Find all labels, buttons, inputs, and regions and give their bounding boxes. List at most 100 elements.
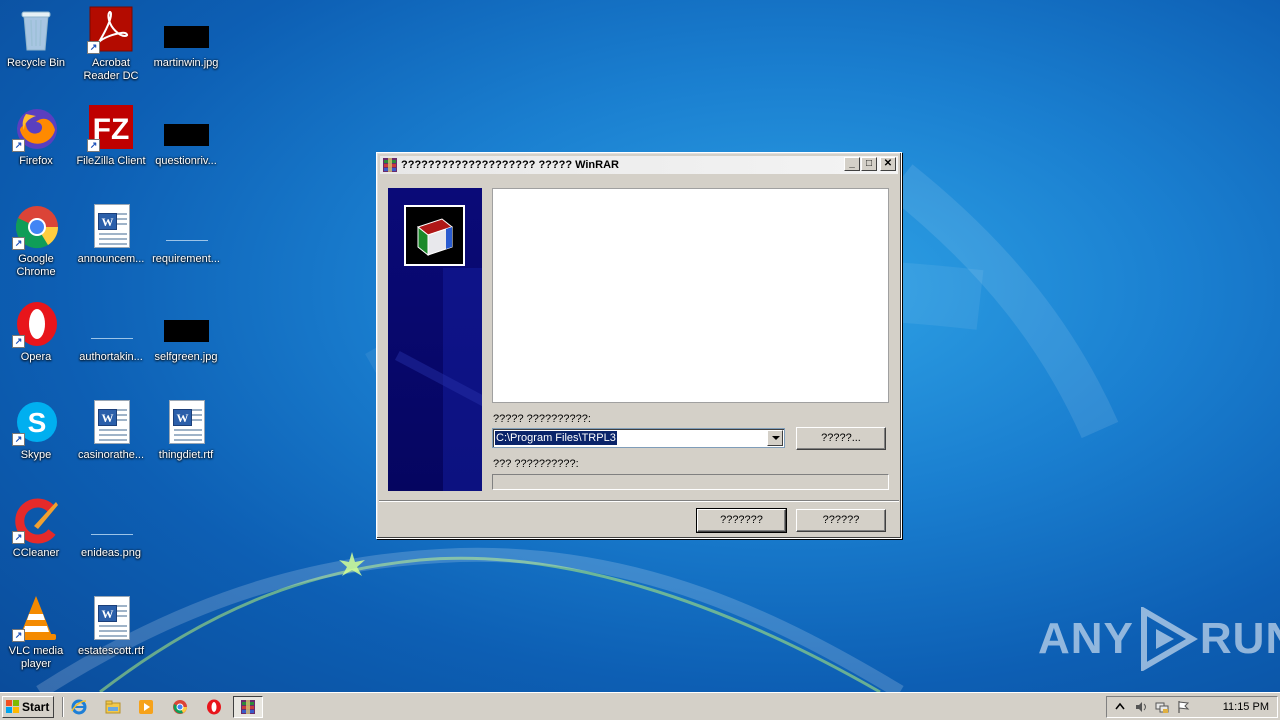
- word-document-icon: W: [94, 400, 130, 444]
- destination-folder-value[interactable]: C:\Program Files\TRPL3: [495, 431, 617, 445]
- maximize-button[interactable]: □: [861, 157, 877, 171]
- winrar-app-icon: [382, 157, 398, 173]
- system-tray: 11:15 PM: [1106, 696, 1278, 718]
- close-button[interactable]: ✕: [880, 157, 896, 171]
- show-hidden-icon[interactable]: [1113, 700, 1127, 714]
- desktop-icon-enideas[interactable]: enideas.png: [73, 496, 149, 560]
- desktop-icon-selfgreen[interactable]: selfgreen.jpg: [148, 300, 224, 364]
- network-icon[interactable]: [1155, 700, 1169, 714]
- winrar-books-logo: [404, 205, 465, 266]
- taskbar: Start 11:15 PM: [0, 692, 1280, 720]
- anyrun-watermark: ANY RUN: [1038, 607, 1280, 671]
- destination-folder-label: ????? ??????????:: [493, 413, 591, 425]
- blank-file-icon: [166, 239, 208, 241]
- volume-icon[interactable]: [1134, 700, 1148, 714]
- desktop-icon-authortakin[interactable]: authortakin...: [73, 300, 149, 364]
- image-file-icon: [91, 533, 133, 535]
- winrar-app-icon: [241, 700, 255, 714]
- desktop-icon-casinorathe[interactable]: W casinorathe...: [73, 398, 149, 462]
- blank-file-icon: [91, 337, 133, 339]
- winrar-sfx-dialog: ???????????????????? ????? WinRAR _ □ ✕ …: [376, 152, 902, 539]
- shortcut-arrow-icon: ↗: [12, 629, 25, 642]
- start-label: Start: [22, 700, 50, 714]
- shortcut-arrow-icon: ↗: [12, 237, 25, 250]
- install-button[interactable]: ???????: [696, 508, 787, 533]
- desktop-icon-label: Recycle Bin: [6, 57, 66, 69]
- chevron-down-icon[interactable]: [767, 430, 783, 446]
- cancel-button[interactable]: ??????: [796, 509, 886, 532]
- image-thumbnail-icon: [164, 320, 209, 342]
- desktop-icon-label: Google Chrome: [16, 253, 56, 278]
- taskbar-winrar-button[interactable]: [233, 696, 263, 718]
- sidebar-banner: [388, 188, 482, 491]
- browse-button[interactable]: ?????...: [796, 427, 886, 450]
- desktop-icon-skype[interactable]: S ↗ Skype: [0, 398, 74, 462]
- image-thumbnail-icon: [164, 26, 209, 48]
- desktop-icon-thingdiet[interactable]: W thingdiet.rtf: [148, 398, 224, 462]
- desktop-icon-label: announcem...: [77, 253, 145, 265]
- action-center-flag-icon[interactable]: [1176, 700, 1190, 714]
- destination-folder-combo[interactable]: C:\Program Files\TRPL3: [492, 428, 785, 448]
- desktop-icon-label: thingdiet.rtf: [158, 449, 214, 461]
- opera-icon[interactable]: [206, 699, 222, 715]
- info-text-panel: [492, 188, 889, 403]
- desktop-icon-label: casinorathe...: [77, 449, 145, 461]
- desktop-icon-estatescott[interactable]: W estatescott.rtf: [73, 594, 149, 658]
- desktop-icon-google-chrome[interactable]: ↗ Google Chrome: [0, 202, 74, 279]
- shortcut-arrow-icon: ↗: [12, 335, 25, 348]
- chrome-icon[interactable]: [172, 699, 188, 715]
- taskbar-separator: [62, 697, 64, 717]
- desktop-icon-label: Opera: [20, 351, 52, 363]
- desktop-icon-label: questionriv...: [155, 155, 217, 167]
- explorer-icon[interactable]: [105, 699, 121, 715]
- watermark-text-right: RUN: [1199, 614, 1280, 663]
- dialog-separator: [379, 500, 899, 502]
- desktop-icon-label: authortakin...: [79, 351, 143, 363]
- shortcut-arrow-icon: ↗: [87, 139, 100, 152]
- desktop-icon-label: CCleaner: [12, 547, 60, 559]
- windows-flag-icon: [6, 700, 19, 713]
- desktop-icon-announcem[interactable]: W announcem...: [73, 202, 149, 266]
- desktop-icon-label: martinwin.jpg: [153, 57, 219, 69]
- desktop-icon-vlc[interactable]: ↗ VLC media player: [0, 594, 74, 671]
- ie-icon[interactable]: [71, 699, 87, 715]
- start-button[interactable]: Start: [2, 696, 54, 718]
- desktop-icon-label: FileZilla Client: [76, 155, 146, 167]
- desktop-icon-label: VLC media player: [8, 645, 64, 670]
- desktop-icon-label: requirement...: [152, 253, 220, 265]
- desktop-icon-label: Skype: [20, 449, 52, 461]
- desktop-icon-recycle-bin[interactable]: Recycle Bin: [0, 6, 74, 70]
- dialog-title: ???????????????????? ????? WinRAR: [401, 159, 619, 171]
- extraction-progress-bar: [492, 474, 889, 490]
- minimize-button[interactable]: _: [844, 157, 860, 171]
- shortcut-arrow-icon: ↗: [12, 531, 25, 544]
- desktop-icon-firefox[interactable]: ↗ Firefox: [0, 104, 74, 168]
- desktop-icon-label: enideas.png: [81, 547, 141, 559]
- desktop-icon-acrobat-reader[interactable]: ↗ Acrobat Reader DC: [73, 6, 149, 83]
- media-player-icon[interactable]: [138, 699, 154, 715]
- recycle-bin-icon: [21, 11, 51, 51]
- desktop-icon-opera[interactable]: ↗ Opera: [0, 300, 74, 364]
- desktop-icon-questionriv[interactable]: questionriv...: [148, 104, 224, 168]
- word-document-icon: W: [94, 204, 130, 248]
- shortcut-arrow-icon: ↗: [87, 41, 100, 54]
- image-thumbnail-icon: [164, 124, 209, 146]
- watermark-text-left: ANY: [1038, 614, 1134, 663]
- word-document-icon: W: [169, 400, 205, 444]
- play-logo-icon: [1140, 607, 1198, 671]
- progress-label: ??? ??????????:: [493, 458, 579, 470]
- word-document-icon: W: [94, 596, 130, 640]
- desktop-icon-filezilla[interactable]: FZ ↗ FileZilla Client: [73, 104, 149, 168]
- desktop-icon-requirement[interactable]: requirement...: [148, 202, 224, 266]
- desktop-icon-label: Firefox: [19, 155, 53, 167]
- desktop-icon-label: Acrobat Reader DC: [83, 57, 139, 82]
- desktop-icon-martinwin[interactable]: martinwin.jpg: [148, 6, 224, 70]
- svg-text:S: S: [28, 407, 47, 438]
- desktop-icon-label: estatescott.rtf: [77, 645, 145, 657]
- desktop-icon-ccleaner[interactable]: ↗ CCleaner: [0, 496, 74, 560]
- dialog-titlebar[interactable]: ???????????????????? ????? WinRAR _ □ ✕: [380, 156, 898, 174]
- shortcut-arrow-icon: ↗: [12, 139, 25, 152]
- desktop-icon-label: selfgreen.jpg: [154, 351, 218, 363]
- clock[interactable]: 11:15 PM: [1223, 701, 1269, 713]
- shortcut-arrow-icon: ↗: [12, 433, 25, 446]
